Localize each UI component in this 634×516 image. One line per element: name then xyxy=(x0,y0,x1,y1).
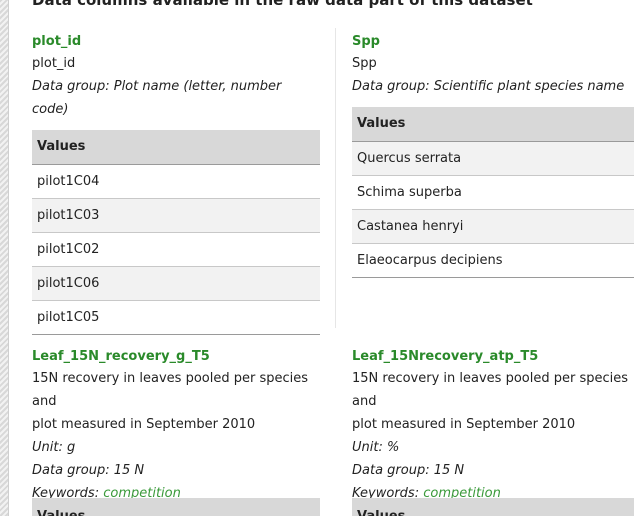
value-cell: Elaeocarpus decipiens xyxy=(352,243,634,278)
column-card-leaf-15n-recovery-g: Leaf_15N_recovery_g_T5 15N recovery in l… xyxy=(32,348,320,505)
column-description: plot_id xyxy=(32,56,76,71)
column-name: Leaf_15N_recovery_g_T5 xyxy=(32,349,210,364)
value-cell: Schima superba xyxy=(352,175,634,210)
data-group-row: Data group: Plot name (letter, number co… xyxy=(32,75,320,121)
column-card-plot-id: plot_id plot_id Data group: Plot name (l… xyxy=(32,33,320,335)
value-cell: pilot1C05 xyxy=(32,300,320,335)
column-description-line-1: 15N recovery in leaves pooled per specie… xyxy=(352,371,629,409)
column-name: Leaf_15Nrecovery_atp_T5 xyxy=(352,349,539,364)
data-group-value: 15 N xyxy=(113,463,145,478)
data-group-value: Scientific plant species name xyxy=(433,79,625,94)
unit-value: % xyxy=(386,440,400,455)
values-header: Values xyxy=(32,498,320,516)
column-name: plot_id xyxy=(32,34,82,49)
section-heading: Data columns available in the raw data p… xyxy=(32,0,533,9)
values-table: Values pilot1C04 pilot1C03 pilot1C02 pil… xyxy=(32,130,320,335)
unit-label: Unit: xyxy=(32,440,63,455)
data-group-row: Data group: 15 N xyxy=(352,459,634,482)
value-cell: pilot1C03 xyxy=(32,198,320,233)
column-description-line-2: plot measured in September 2010 xyxy=(32,417,256,432)
unit-row: Unit: % xyxy=(352,436,634,459)
column-card-leaf-15n-recovery-atp: Leaf_15Nrecovery_atp_T5 15N recovery in … xyxy=(352,348,634,505)
values-table: Values Quercus serrata Schima superba Ca… xyxy=(352,107,634,278)
data-group-label: Data group: xyxy=(352,463,430,478)
value-cell: pilot1C02 xyxy=(32,232,320,267)
unit-row: Unit: g xyxy=(32,436,320,459)
column-description-line-2: plot measured in September 2010 xyxy=(352,417,576,432)
data-group-label: Data group: xyxy=(32,463,110,478)
unit-label: Unit: xyxy=(352,440,383,455)
data-group-value: 15 N xyxy=(433,463,465,478)
unit-value: g xyxy=(66,440,76,455)
values-header: Values xyxy=(352,107,634,142)
column-divider xyxy=(335,28,336,328)
value-cell: Castanea henryi xyxy=(352,209,634,244)
value-cell: pilot1C04 xyxy=(32,164,320,199)
data-group-row: Data group: Scientific plant species nam… xyxy=(352,75,634,98)
value-cell: Quercus serrata xyxy=(352,141,634,176)
column-description-line-1: 15N recovery in leaves pooled per specie… xyxy=(32,371,309,409)
left-edge-stripe xyxy=(0,0,9,516)
values-header: Values xyxy=(32,130,320,165)
column-card-spp: Spp Spp Data group: Scientific plant spe… xyxy=(352,33,634,278)
value-cell: pilot1C06 xyxy=(32,266,320,301)
data-group-row: Data group: 15 N xyxy=(32,459,320,482)
column-name: Spp xyxy=(352,34,380,49)
values-header: Values xyxy=(352,498,634,516)
data-group-label: Data group: xyxy=(32,79,110,94)
data-group-label: Data group: xyxy=(352,79,430,94)
column-description: Spp xyxy=(352,56,377,71)
